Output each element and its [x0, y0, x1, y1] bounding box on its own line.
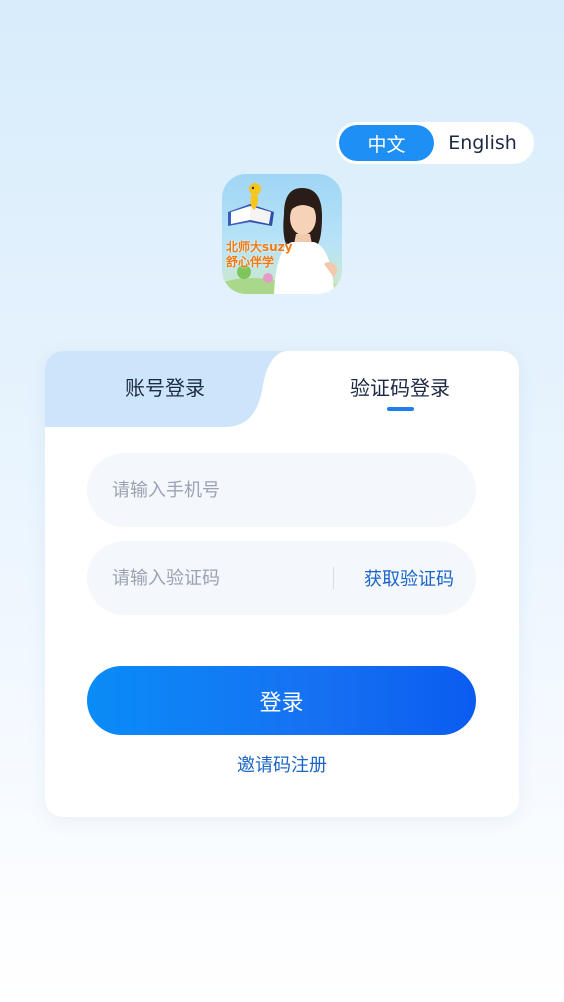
active-tab-indicator	[387, 407, 414, 411]
login-card: 账号登录 验证码登录 获取验证码 登录 邀请码注册	[45, 351, 519, 817]
code-input[interactable]	[112, 567, 322, 589]
language-option-english[interactable]: English	[434, 125, 531, 161]
language-switch: 中文 English	[336, 122, 534, 164]
phone-input[interactable]	[112, 479, 322, 501]
invite-register-link[interactable]: 邀请码注册	[45, 751, 519, 777]
login-button[interactable]: 登录	[87, 666, 476, 735]
logo-illustration	[222, 183, 342, 294]
code-field: 获取验证码	[87, 541, 476, 615]
phone-field	[87, 453, 476, 527]
field-divider	[333, 567, 334, 589]
tab-account-login[interactable]: 账号登录	[95, 371, 235, 401]
get-code-button[interactable]: 获取验证码	[364, 541, 454, 615]
app-logo: 北师大suzy 舒心伴学	[222, 174, 342, 294]
logo-text: 北师大suzy 舒心伴学	[226, 240, 293, 269]
tab-code-login[interactable]: 验证码登录	[330, 371, 470, 401]
language-option-chinese[interactable]: 中文	[339, 125, 434, 161]
